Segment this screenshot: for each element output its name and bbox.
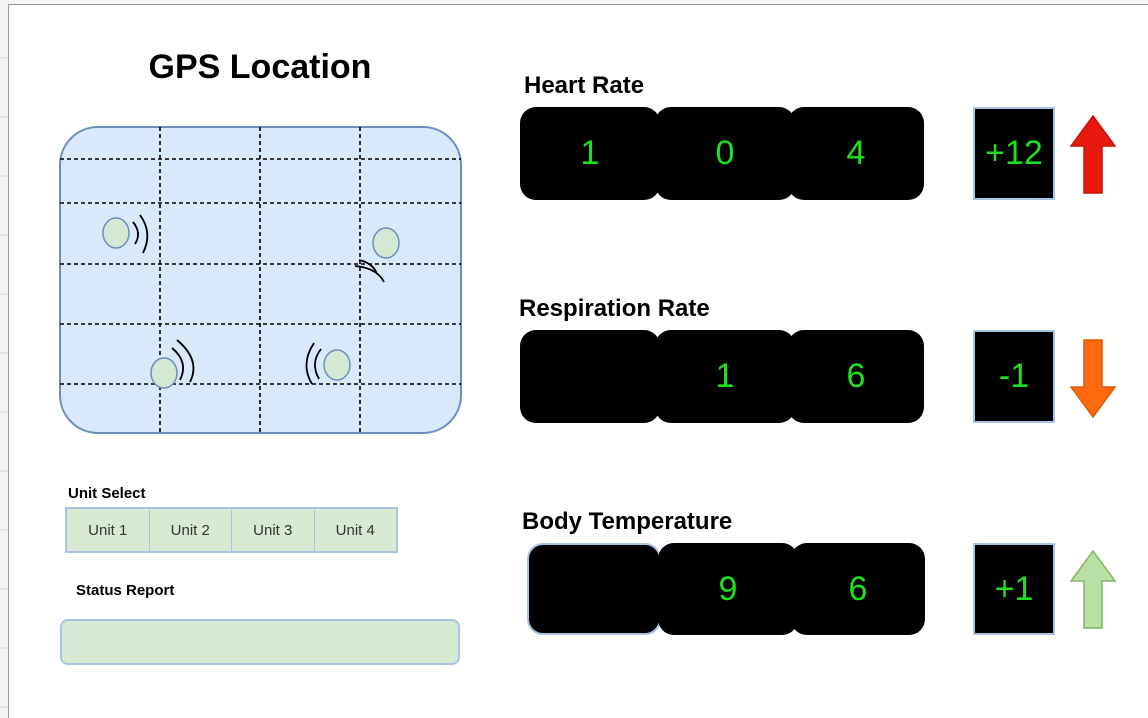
unit-select: Unit 1 Unit 2 Unit 3 Unit 4 [65,507,398,553]
body-temperature-title: Body Temperature [522,508,733,535]
respiration-rate-digit-1 [520,330,660,423]
gps-map[interactable] [59,126,462,434]
heart-rate-title: Heart Rate [524,72,645,99]
body-temperature-digit-3: 6 [791,543,925,635]
unit-tab-2[interactable]: Unit 2 [150,509,232,551]
status-report-label: Status Report [76,582,175,599]
arrow-up-icon [1069,115,1117,194]
arrow-down-icon [1069,339,1117,418]
gps-title: GPS Location [148,48,372,86]
heart-rate-digit-3: 4 [788,107,924,200]
respiration-rate-delta: -1 [973,330,1055,423]
heart-rate-digit-2: 0 [655,107,795,200]
respiration-rate-digit-2: 1 [655,330,795,423]
body-temperature-digit-1 [527,543,661,635]
respiration-rate-digit-3: 6 [788,330,924,423]
unit-tab-1[interactable]: Unit 1 [67,509,150,551]
status-report-field [60,619,460,665]
heart-rate-digit-1: 1 [520,107,660,200]
arrow-up-icon [1069,550,1117,629]
body-temperature-digit-2: 9 [658,543,798,635]
unit-tab-4[interactable]: Unit 4 [315,509,397,551]
unit-tab-3[interactable]: Unit 3 [232,509,315,551]
heart-rate-delta: +12 [973,107,1055,200]
body-temperature-delta: +1 [973,543,1055,635]
unit-select-label: Unit Select [68,485,146,502]
respiration-rate-title: Respiration Rate [519,295,710,322]
